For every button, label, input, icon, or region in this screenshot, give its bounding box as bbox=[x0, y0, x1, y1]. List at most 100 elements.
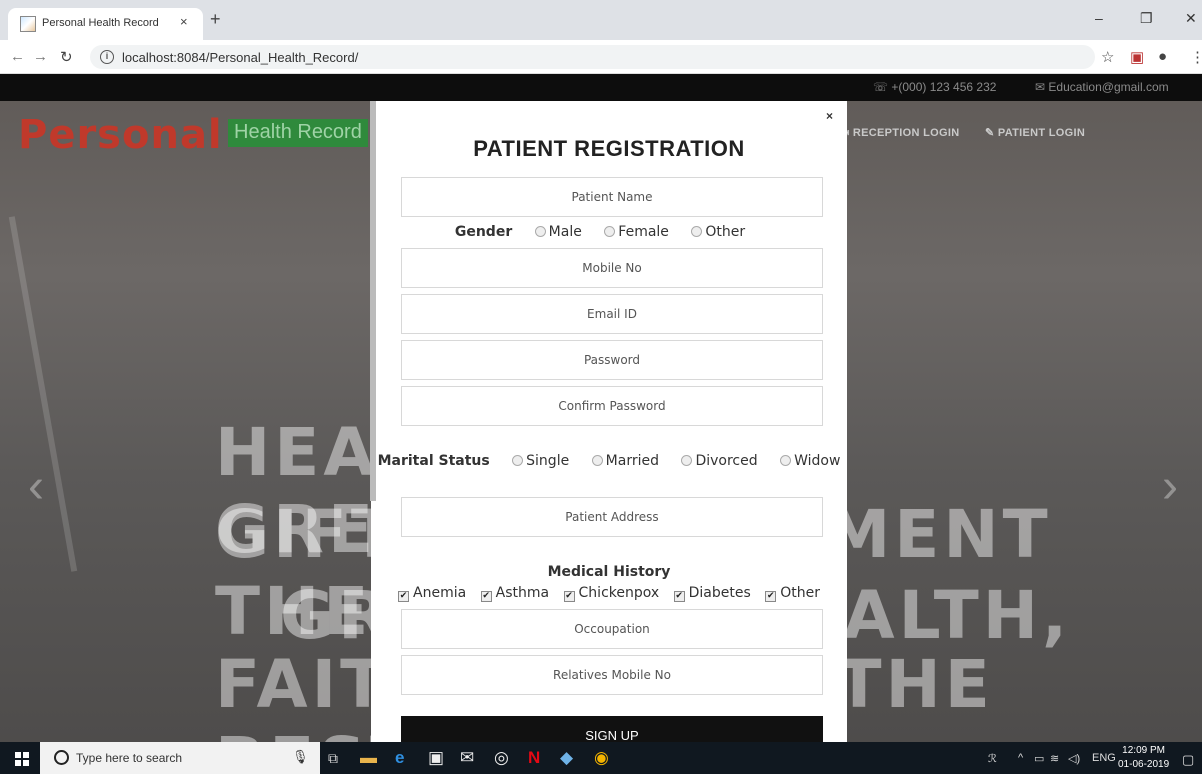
carousel-next-icon[interactable]: › bbox=[1162, 459, 1178, 514]
info-icon[interactable]: i bbox=[100, 50, 114, 64]
marital-widow-label: Widow bbox=[794, 453, 841, 469]
people-icon[interactable]: ℛ bbox=[988, 752, 997, 765]
brand-logo-secondary[interactable]: Health Record bbox=[228, 119, 368, 147]
gender-male-label: Male bbox=[548, 224, 582, 240]
brand-logo-primary[interactable]: Personal bbox=[18, 112, 223, 158]
modal-close-icon[interactable]: × bbox=[826, 109, 833, 123]
checkbox-checked-icon[interactable]: ✔ bbox=[673, 591, 685, 602]
taskbar-clock[interactable]: 12:09 PM 01-06-2019 bbox=[1118, 744, 1169, 772]
marital-divorced-radio[interactable]: Divorced bbox=[681, 453, 758, 469]
checkbox-checked-icon[interactable]: ✔ bbox=[765, 591, 777, 602]
battery-icon[interactable]: ▭ bbox=[1034, 752, 1044, 765]
tray-chevron-icon[interactable]: ^ bbox=[1018, 752, 1023, 764]
phone-text: +(000) 123 456 232 bbox=[891, 80, 997, 94]
profile-icon[interactable]: ● bbox=[1158, 48, 1167, 65]
forward-icon[interactable]: → bbox=[33, 48, 48, 65]
marital-status-group: Marital Status Single Married Divorced W… bbox=[371, 453, 847, 469]
menu-icon[interactable]: ⋮ bbox=[1190, 48, 1202, 66]
tab-close-icon[interactable]: × bbox=[180, 14, 188, 29]
microphone-icon[interactable]: 🎙 bbox=[292, 749, 309, 765]
url-field[interactable]: i localhost:8084/Personal_Health_Record/ bbox=[90, 45, 1095, 69]
new-tab-button[interactable]: + bbox=[210, 10, 221, 28]
email-input[interactable] bbox=[401, 294, 823, 334]
history-anemia-checkbox[interactable]: ✔ Anemia bbox=[398, 585, 466, 602]
medical-history-group: ✔ Anemia ✔ Asthma ✔ Chickenpox ✔ Diabetes ✔ O… bbox=[371, 585, 847, 602]
checkbox-checked-icon[interactable]: ✔ bbox=[480, 591, 492, 602]
history-asthma-checkbox[interactable]: ✔ Asthma bbox=[480, 585, 550, 602]
history-diabetes-label: Diabetes bbox=[688, 585, 751, 601]
radio-icon[interactable] bbox=[604, 226, 616, 237]
nav-reception-login[interactable]: ⇥ RECEPTION LOGIN bbox=[840, 126, 959, 139]
modal-scrollbar[interactable] bbox=[370, 101, 376, 501]
file-explorer-icon[interactable]: ▬ bbox=[360, 747, 377, 769]
history-other-checkbox[interactable]: ✔ Other bbox=[765, 585, 820, 602]
email-text: Education@gmail.com bbox=[1048, 80, 1169, 94]
edge-icon[interactable]: e bbox=[395, 747, 404, 769]
page-favicon-icon bbox=[20, 16, 36, 32]
radio-icon[interactable] bbox=[691, 226, 703, 237]
history-asthma-label: Asthma bbox=[495, 585, 550, 601]
gender-label: Gender bbox=[454, 224, 513, 240]
volume-icon[interactable]: ◁) bbox=[1068, 752, 1080, 765]
radio-icon[interactable] bbox=[681, 455, 693, 466]
notifications-icon[interactable]: ▢ bbox=[1182, 752, 1194, 768]
marital-status-label: Marital Status bbox=[377, 453, 490, 469]
mail-icon[interactable]: ✉ bbox=[460, 747, 474, 769]
browser-tab-strip: Personal Health Record × + – ❐ ✕ bbox=[0, 0, 1202, 40]
maximize-button[interactable]: ❐ bbox=[1140, 10, 1153, 27]
password-input[interactable] bbox=[401, 340, 823, 380]
history-diabetes-checkbox[interactable]: ✔ Diabetes bbox=[673, 585, 751, 602]
radio-icon[interactable] bbox=[512, 455, 524, 466]
history-chickenpox-checkbox[interactable]: ✔ Chickenpox bbox=[563, 585, 659, 602]
taskbar-search[interactable]: Type here to search 🎙 bbox=[40, 742, 320, 774]
windows-start-icon[interactable] bbox=[15, 752, 29, 766]
marital-single-label: Single bbox=[526, 453, 570, 469]
checkbox-checked-icon[interactable]: ✔ bbox=[563, 591, 575, 602]
taskbar-search-placeholder: Type here to search bbox=[76, 751, 183, 765]
media-icon[interactable]: ◎ bbox=[494, 747, 509, 769]
task-view-icon[interactable]: ⧉ bbox=[328, 747, 338, 769]
marital-married-radio[interactable]: Married bbox=[591, 453, 659, 469]
gender-female-radio[interactable]: Female bbox=[604, 224, 669, 240]
gender-other-label: Other bbox=[705, 224, 746, 240]
carousel-prev-icon[interactable]: ‹ bbox=[28, 459, 44, 514]
confirm-password-input[interactable] bbox=[401, 386, 823, 426]
app-cube-icon[interactable]: ◆ bbox=[560, 747, 573, 769]
netflix-icon[interactable]: N bbox=[528, 747, 540, 769]
patient-address-input[interactable] bbox=[401, 497, 823, 537]
tab-title: Personal Health Record bbox=[42, 17, 159, 29]
address-bar-row: ← → ↻ i localhost:8084/Personal_Health_R… bbox=[0, 40, 1202, 74]
close-window-button[interactable]: ✕ bbox=[1185, 10, 1197, 27]
gender-female-label: Female bbox=[618, 224, 669, 240]
relatives-mobile-input[interactable] bbox=[401, 655, 823, 695]
nav-reception-label: RECEPTION LOGIN bbox=[852, 127, 960, 139]
url-text[interactable]: localhost:8084/Personal_Health_Record/ bbox=[122, 50, 358, 65]
occupation-input[interactable] bbox=[401, 609, 823, 649]
gender-male-radio[interactable]: Male bbox=[534, 224, 582, 240]
store-icon[interactable]: ▣ bbox=[428, 747, 444, 769]
reload-icon[interactable]: ↻ bbox=[60, 48, 73, 66]
registration-modal: × PATIENT REGISTRATION Gender Male Femal… bbox=[371, 101, 847, 746]
browser-tab[interactable]: Personal Health Record × bbox=[8, 8, 203, 40]
back-icon[interactable]: ← bbox=[10, 48, 25, 65]
gender-other-radio[interactable]: Other bbox=[691, 224, 745, 240]
marital-widow-radio[interactable]: Widow bbox=[780, 453, 840, 469]
patient-name-input[interactable] bbox=[401, 177, 823, 217]
star-icon[interactable]: ☆ bbox=[1101, 48, 1114, 66]
mobile-input[interactable] bbox=[401, 248, 823, 288]
nav-patient-login[interactable]: ✎ PATIENT LOGIN bbox=[985, 126, 1085, 139]
clock-date: 01-06-2019 bbox=[1118, 759, 1170, 770]
marital-single-radio[interactable]: Single bbox=[512, 453, 569, 469]
modal-title: PATIENT REGISTRATION bbox=[473, 136, 745, 161]
checkbox-checked-icon[interactable]: ✔ bbox=[398, 591, 409, 602]
marital-married-label: Married bbox=[605, 453, 659, 469]
radio-icon[interactable] bbox=[534, 226, 546, 237]
extension-icon[interactable]: ▣ bbox=[1130, 48, 1144, 66]
radio-icon[interactable] bbox=[591, 455, 603, 466]
contact-email: ✉ Education@gmail.com bbox=[1035, 80, 1169, 94]
chrome-icon[interactable]: ◉ bbox=[594, 747, 609, 769]
radio-icon[interactable] bbox=[780, 455, 792, 466]
wifi-icon[interactable]: ≋ bbox=[1050, 752, 1059, 765]
language-indicator[interactable]: ENG bbox=[1092, 752, 1116, 764]
minimize-button[interactable]: – bbox=[1095, 10, 1103, 26]
